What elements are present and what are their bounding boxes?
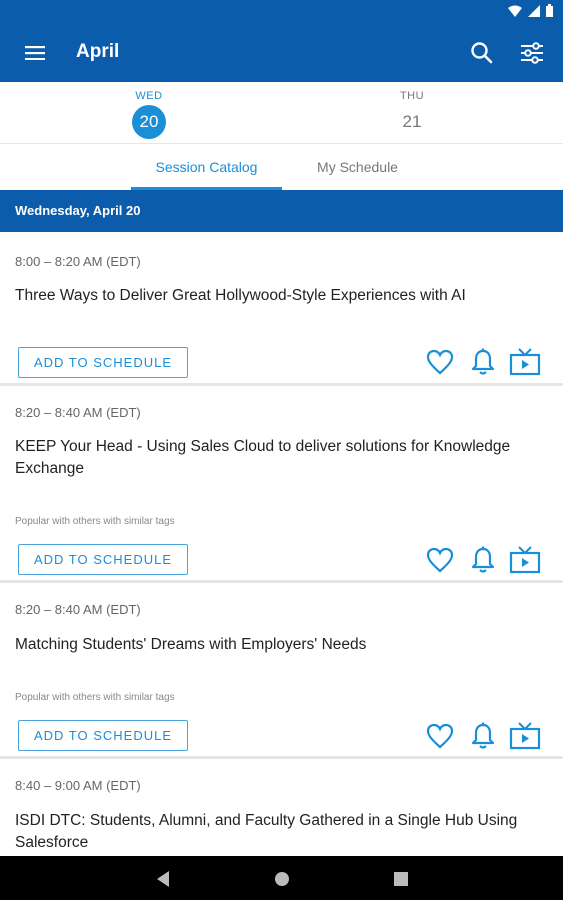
system-navigation-bar [0, 856, 563, 900]
session-card[interactable]: 8:40 – 9:00 AM (EDT) ISDI DTC: Students,… [0, 759, 563, 856]
back-button[interactable] [152, 868, 174, 890]
popularity-note: Popular with others with similar tags [15, 516, 175, 527]
heart-icon [426, 349, 454, 375]
home-button[interactable] [271, 868, 293, 890]
tv-icon [509, 546, 541, 574]
day-thu[interactable]: THU 21 [382, 90, 442, 139]
day-weekday-label: WED [135, 90, 163, 102]
watch-video-button[interactable] [509, 720, 541, 752]
home-circle-icon [275, 872, 289, 886]
session-time: 8:20 – 8:40 AM (EDT) [15, 602, 141, 617]
watch-video-button[interactable] [509, 544, 541, 576]
tv-icon [509, 348, 541, 376]
search-button[interactable] [467, 38, 497, 68]
session-title: Matching Students' Dreams with Employers… [15, 636, 367, 653]
day-date-number: 21 [402, 112, 422, 131]
add-to-schedule-button[interactable]: ADD TO SCHEDULE [18, 347, 188, 378]
app-title: April [76, 41, 120, 62]
hamburger-menu-icon [25, 46, 45, 60]
session-time: 8:40 – 9:00 AM (EDT) [15, 778, 141, 793]
battery-icon [546, 4, 553, 17]
day-date-number: 20 [132, 105, 166, 139]
status-bar [0, 0, 563, 24]
favorite-button[interactable] [424, 346, 456, 378]
day-wed[interactable]: WED 20 [119, 90, 179, 139]
heart-icon [426, 723, 454, 749]
tab-my-schedule[interactable]: My Schedule [282, 144, 433, 190]
add-to-schedule-button[interactable]: ADD TO SCHEDULE [18, 720, 188, 751]
session-time: 8:00 – 8:20 AM (EDT) [15, 254, 141, 269]
popularity-note: Popular with others with similar tags [15, 692, 175, 703]
menu-button[interactable] [20, 40, 50, 66]
watch-video-button[interactable] [509, 346, 541, 378]
date-section-header: Wednesday, April 20 [0, 190, 563, 232]
search-icon [471, 42, 493, 64]
filter-button[interactable] [517, 38, 547, 68]
session-card[interactable]: 8:00 – 8:20 AM (EDT) Three Ways to Deliv… [0, 232, 563, 386]
wifi-icon [508, 5, 522, 17]
session-card[interactable]: 8:20 – 8:40 AM (EDT) Matching Students' … [0, 583, 563, 759]
bell-icon [471, 722, 495, 749]
tv-icon [509, 722, 541, 750]
app-bar: April [0, 24, 563, 82]
day-weekday-label: THU [399, 90, 425, 102]
reminder-button[interactable] [467, 544, 499, 576]
favorite-button[interactable] [424, 720, 456, 752]
tab-bar: Session Catalog My Schedule [0, 144, 563, 190]
session-time: 8:20 – 8:40 AM (EDT) [15, 405, 141, 420]
bell-icon [471, 348, 495, 375]
session-card[interactable]: 8:20 – 8:40 AM (EDT) KEEP Your Head - Us… [0, 386, 563, 583]
tab-session-catalog[interactable]: Session Catalog [131, 144, 282, 190]
signal-icon [528, 4, 540, 17]
favorite-button[interactable] [424, 544, 456, 576]
bell-icon [471, 546, 495, 573]
heart-icon [426, 547, 454, 573]
session-title: Three Ways to Deliver Great Hollywood-St… [15, 287, 466, 304]
back-triangle-icon [157, 871, 169, 887]
recents-button[interactable] [390, 868, 412, 890]
reminder-button[interactable] [467, 720, 499, 752]
filter-sliders-icon [521, 42, 543, 64]
session-title: ISDI DTC: Students, Alumni, and Faculty … [15, 812, 518, 851]
add-to-schedule-button[interactable]: ADD TO SCHEDULE [18, 544, 188, 575]
status-icons [508, 4, 553, 17]
recents-square-icon [394, 872, 408, 886]
day-selector: WED 20 THU 21 [0, 82, 563, 144]
reminder-button[interactable] [467, 346, 499, 378]
session-title: KEEP Your Head - Using Sales Cloud to de… [15, 438, 511, 477]
